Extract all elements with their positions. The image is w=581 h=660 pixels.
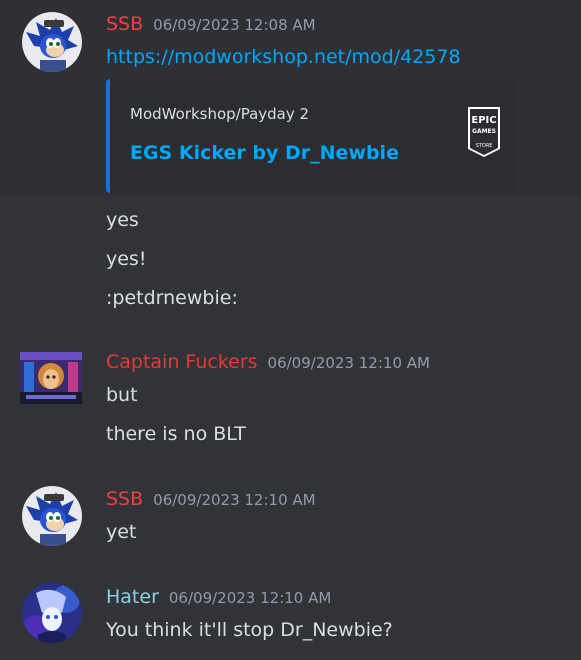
epic-logo-text: EPIC — [471, 115, 496, 126]
username[interactable]: SSB — [106, 488, 143, 510]
message-link[interactable]: https://modworkshop.net/mod/42578 — [106, 46, 461, 68]
timestamp: 06/09/2023 12:10 AM — [168, 589, 332, 607]
message-header: Captain Fuckers 06/09/2023 12:10 AM — [106, 351, 430, 373]
avatar-ssb[interactable] — [22, 12, 82, 72]
username[interactable]: Captain Fuckers — [106, 351, 258, 373]
message-content: :petdrnewbie: — [106, 287, 238, 309]
message-content: You think it'll stop Dr_Newbie? — [106, 619, 393, 641]
message-header: Hater 06/09/2023 12:10 AM — [106, 586, 331, 608]
sonic-avatar-icon — [22, 12, 82, 72]
timestamp: 06/09/2023 12:08 AM — [153, 16, 316, 34]
hater-avatar-icon — [22, 583, 82, 643]
timestamp: 06/09/2023 12:10 AM — [267, 354, 430, 372]
message-header: SSB 06/09/2023 12:10 AM — [106, 488, 316, 510]
link-embed: ModWorkshop/Payday 2 EGS Kicker by Dr_Ne… — [106, 79, 516, 193]
captain-avatar-icon — [18, 348, 84, 408]
message-content: there is no BLT — [106, 423, 246, 445]
username[interactable]: SSB — [106, 13, 143, 35]
timestamp: 06/09/2023 12:10 AM — [153, 491, 316, 509]
avatar-hater[interactable] — [22, 583, 82, 643]
message-content: https://modworkshop.net/mod/42578 — [106, 46, 461, 68]
store-logo-text: STORE — [476, 143, 493, 149]
avatar-captain[interactable] — [18, 348, 84, 408]
message-content: yes — [106, 209, 139, 231]
avatar-ssb[interactable] — [22, 486, 82, 546]
username[interactable]: Hater — [106, 586, 159, 608]
sonic-avatar-icon — [22, 486, 82, 546]
message-content: but — [106, 384, 138, 406]
embed-provider[interactable]: ModWorkshop/Payday 2 — [130, 105, 309, 123]
epic-games-store-logo-icon: EPIC GAMES STORE — [468, 107, 500, 157]
embed-title[interactable]: EGS Kicker by Dr_Newbie — [130, 142, 399, 164]
message-content: yes! — [106, 248, 147, 270]
message-content: yet — [106, 521, 137, 543]
games-logo-text: GAMES — [472, 128, 496, 135]
message-header: SSB 06/09/2023 12:08 AM — [106, 13, 316, 35]
